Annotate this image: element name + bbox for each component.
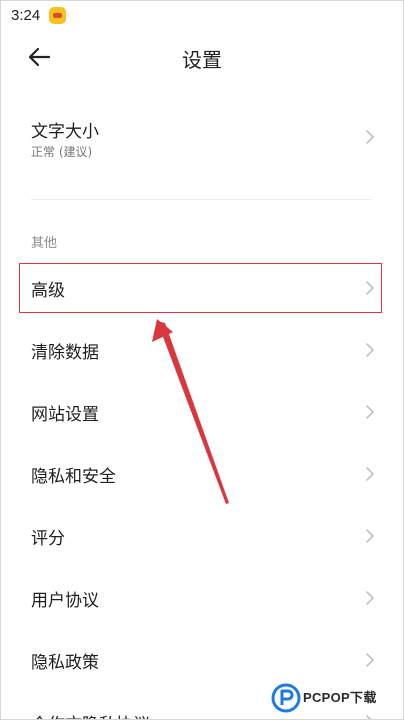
header: 设置 <box>1 31 403 83</box>
settings-item-rating[interactable]: 评分 <box>1 505 403 567</box>
settings-item-user-agreement[interactable]: 用户协议 <box>1 567 403 629</box>
settings-item-label: 用户协议 <box>31 591 99 611</box>
settings-item-label: 评分 <box>31 529 65 549</box>
settings-item-advanced[interactable]: 高级 <box>1 257 403 319</box>
chevron-right-icon <box>366 529 374 543</box>
settings-item-privacy-policy[interactable]: 隐私政策 <box>1 629 403 691</box>
settings-screen: 3:24 设置 文字大小 正常 (建议) 其他 高级 清除数据 网站设置 隐私和… <box>0 0 404 720</box>
settings-item-clear-data[interactable]: 清除数据 <box>1 319 403 381</box>
settings-item-partner-privacy[interactable]: 合作方隐私协议 <box>1 691 403 719</box>
section-header-other: 其他 <box>31 236 58 251</box>
status-time: 3:24 <box>11 7 41 24</box>
chevron-right-icon <box>366 467 374 481</box>
settings-item-privacy-security[interactable]: 隐私和安全 <box>1 443 403 505</box>
settings-item-label: 隐私政策 <box>31 653 99 673</box>
settings-item-site-settings[interactable]: 网站设置 <box>1 381 403 443</box>
chevron-right-icon <box>366 405 374 419</box>
settings-item-label: 网站设置 <box>31 405 99 425</box>
settings-item-label: 合作方隐私协议 <box>31 710 150 719</box>
chevron-right-icon <box>366 591 374 605</box>
settings-item-label: 清除数据 <box>31 343 99 363</box>
text-size-value: 正常 (建议) <box>31 145 93 159</box>
settings-item-label: 隐私和安全 <box>31 467 116 487</box>
settings-item-label: 高级 <box>31 281 65 301</box>
chevron-right-icon <box>366 130 374 144</box>
chevron-right-icon <box>366 653 374 667</box>
page-title: 设置 <box>182 48 222 72</box>
text-size-row[interactable]: 文字大小 正常 (建议) <box>1 105 403 177</box>
text-size-label: 文字大小 <box>31 122 99 142</box>
chevron-right-icon <box>366 343 374 357</box>
status-bar: 3:24 <box>1 1 403 31</box>
chevron-right-icon <box>366 281 374 295</box>
app-notification-icon <box>49 7 66 24</box>
divider <box>31 199 373 200</box>
chevron-right-icon <box>366 715 372 719</box>
